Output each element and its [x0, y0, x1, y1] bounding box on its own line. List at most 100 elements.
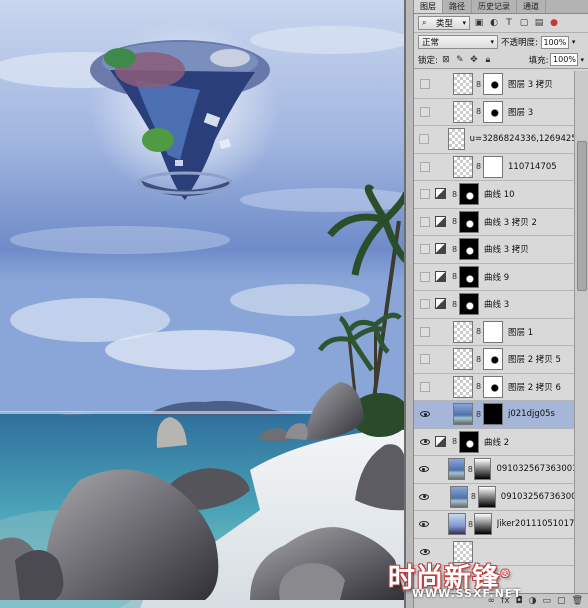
visibility-toggle-off[interactable] — [418, 106, 432, 118]
mask-link-icon[interactable]: 8 — [475, 326, 482, 338]
layer-row[interactable]: 8 曲线 9 — [414, 264, 574, 291]
layer-name[interactable]: 曲线 3 拷贝 — [484, 243, 529, 255]
mask-link-icon[interactable]: 8 — [475, 381, 482, 393]
opacity-field[interactable]: 100% — [540, 35, 569, 49]
eye-icon[interactable] — [418, 436, 432, 448]
layer-mask-thumbnail[interactable] — [459, 183, 479, 206]
layer-row[interactable]: 8 曲线 10 — [414, 181, 574, 209]
layer-mask-thumbnail[interactable] — [477, 485, 496, 508]
mask-link-icon[interactable]: 8 — [475, 106, 482, 118]
layer-row[interactable]: 8 110714705 — [414, 154, 574, 181]
eye-icon[interactable] — [418, 463, 430, 475]
mask-link-icon[interactable]: 8 — [451, 243, 458, 255]
layer-mask-thumbnail[interactable] — [474, 513, 492, 536]
mask-link-icon[interactable]: 8 — [451, 436, 458, 448]
mask-link-icon[interactable]: 8 — [451, 271, 458, 283]
mask-link-icon[interactable]: 8 — [475, 78, 482, 90]
layer-mask-thumbnail[interactable] — [459, 293, 479, 316]
curves-adjustment-icon[interactable] — [435, 270, 449, 283]
layer-name[interactable]: 091032567363001 — [501, 492, 574, 502]
layer-row[interactable]: 8 曲线 3 — [414, 291, 574, 319]
layer-row[interactable]: 8 图层 1 — [414, 319, 574, 346]
mask-link-icon[interactable]: 8 — [475, 161, 482, 173]
type-filter-icon[interactable]: T — [503, 17, 515, 29]
layer-name[interactable]: 图层 1 — [508, 326, 533, 338]
shape-filter-icon[interactable]: ▢ — [518, 17, 530, 29]
layer-thumbnail[interactable] — [448, 513, 466, 536]
layer-thumbnail[interactable] — [448, 458, 466, 481]
layer-name[interactable]: u=3286824336,126942519... — [470, 134, 574, 144]
layer-row[interactable]: 8 091032567363001 — [414, 484, 574, 511]
tab-layers[interactable]: 图层 — [414, 0, 443, 13]
chevron-down-icon[interactable]: ▾ — [580, 56, 584, 64]
layer-thumbnail[interactable] — [453, 73, 473, 96]
layer-mask-thumbnail[interactable] — [483, 403, 503, 426]
visibility-toggle-off[interactable] — [418, 133, 430, 145]
layer-row[interactable]: 8 j021djg05s — [414, 401, 574, 429]
layer-thumbnail[interactable] — [453, 375, 473, 398]
layer-name[interactable]: 091032567363001 ... — [496, 464, 574, 474]
visibility-toggle-off[interactable] — [418, 78, 432, 90]
layer-mask-thumbnail[interactable] — [483, 155, 503, 178]
layer-mask-thumbnail[interactable] — [483, 100, 503, 123]
eye-icon[interactable] — [418, 491, 431, 503]
mask-link-icon[interactable]: 8 — [468, 518, 474, 530]
mask-link-icon[interactable]: 8 — [451, 298, 458, 310]
visibility-toggle-off[interactable] — [418, 353, 432, 365]
filter-kind-dropdown[interactable]: ⌕ 类型 ▾ — [418, 16, 470, 30]
lock-all-icon[interactable]: 🔒︎ — [482, 54, 494, 66]
layer-mask-thumbnail[interactable] — [474, 458, 492, 481]
layer-list-scrollbar[interactable] — [574, 71, 588, 593]
layer-mask-thumbnail[interactable] — [459, 210, 479, 233]
layer-name[interactable]: 图层 2 拷贝 5 — [508, 353, 561, 365]
layer-name[interactable]: 110714705 — [508, 162, 557, 172]
smart-object-filter-icon[interactable]: ▤ — [533, 17, 545, 29]
layer-row[interactable]: 8 图层 3 拷贝 — [414, 71, 574, 99]
layer-row[interactable]: 8 091032567363001 ... — [414, 456, 574, 484]
layer-row[interactable]: 8 曲线 3 拷贝 — [414, 236, 574, 264]
filter-toggle-icon[interactable]: ● — [548, 17, 560, 29]
eye-icon[interactable] — [418, 518, 430, 530]
layer-row[interactable]: 8 图层 2 拷贝 5 — [414, 346, 574, 374]
chevron-down-icon[interactable]: ▾ — [572, 38, 576, 46]
layer-mask-thumbnail[interactable] — [483, 375, 503, 398]
layer-row[interactable]: 8 Jiker201110510174... — [414, 511, 574, 539]
layer-name[interactable]: 曲线 3 拷贝 2 — [484, 216, 537, 228]
layer-thumbnail[interactable] — [453, 348, 473, 371]
layer-mask-thumbnail[interactable] — [459, 430, 479, 453]
layer-name[interactable]: 曲线 2 — [484, 436, 509, 448]
tab-channels[interactable]: 通道 — [517, 0, 546, 13]
curves-adjustment-icon[interactable] — [435, 435, 449, 448]
layer-name[interactable]: 图层 2 拷贝 6 — [508, 381, 561, 393]
visibility-toggle-off[interactable] — [418, 326, 432, 338]
eye-icon[interactable] — [418, 408, 432, 420]
curves-adjustment-icon[interactable] — [435, 243, 449, 255]
tab-history[interactable]: 历史记录 — [472, 0, 517, 13]
layer-row[interactable]: 8 图层 3 — [414, 99, 574, 126]
document-canvas[interactable] — [0, 0, 406, 608]
lock-paint-icon[interactable]: ✎ — [454, 54, 466, 66]
blend-mode-dropdown[interactable]: 正常 ▾ — [418, 35, 498, 49]
layer-name[interactable]: 图层 3 拷贝 — [508, 78, 553, 90]
adjustment-filter-icon[interactable]: ◐ — [488, 17, 500, 29]
layer-row[interactable]: 8 曲线 3 拷贝 2 — [414, 209, 574, 236]
layer-name[interactable]: 图层 3 — [508, 106, 533, 118]
layer-name[interactable]: 曲线 10 — [484, 188, 515, 200]
visibility-toggle-off[interactable] — [418, 188, 432, 200]
fill-field[interactable]: 100% — [550, 53, 579, 66]
layer-mask-thumbnail[interactable] — [483, 320, 503, 343]
layer-name[interactable]: 曲线 9 — [484, 271, 509, 283]
layer-thumbnail[interactable] — [453, 155, 473, 178]
layer-name[interactable]: Jiker201110510174... — [497, 519, 574, 529]
curves-adjustment-icon[interactable] — [435, 298, 449, 310]
mask-link-icon[interactable]: 8 — [451, 216, 458, 228]
layer-name[interactable]: j021djg05s — [508, 409, 555, 419]
layer-row[interactable]: u=3286824336,126942519... — [414, 126, 574, 154]
mask-link-icon[interactable]: 8 — [451, 188, 458, 200]
layer-list[interactable]: 8 图层 3 拷贝 8 图层 3 u=3286824336,126942519... 8 1… — [414, 71, 574, 593]
layer-row[interactable]: 8 图层 2 拷贝 6 — [414, 374, 574, 401]
visibility-toggle-off[interactable] — [418, 298, 432, 310]
layer-name[interactable]: 曲线 3 — [484, 298, 509, 310]
scrollbar-thumb[interactable] — [577, 141, 587, 291]
layer-thumbnail[interactable] — [447, 128, 465, 151]
